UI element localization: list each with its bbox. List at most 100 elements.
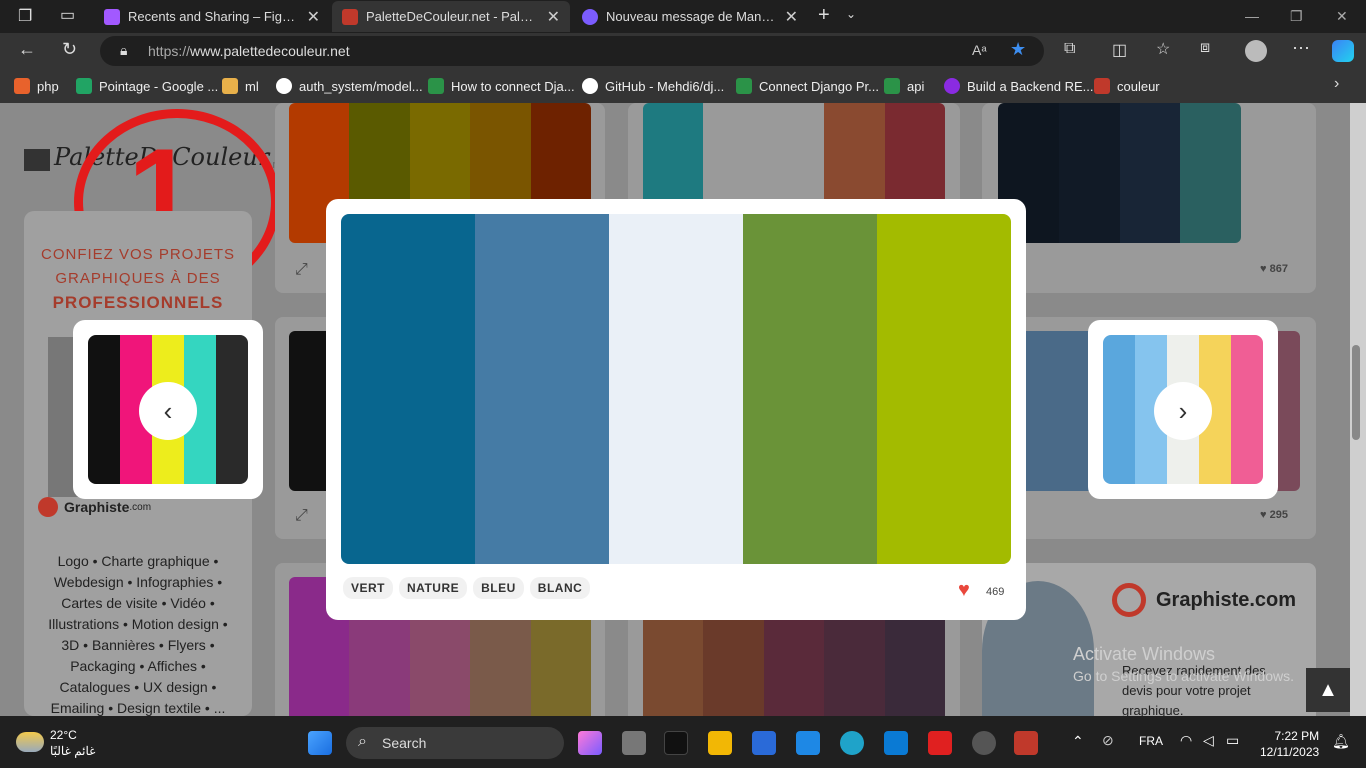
next-arrow-button[interactable]: › [1154,382,1212,440]
tab-figma[interactable]: Recents and Sharing – Figma ✕ [94,1,330,32]
start-icon[interactable] [308,731,332,755]
bookmark-label: GitHub - Mehdi6/dj... [605,78,725,94]
taskbar-search[interactable]: ⌕ Search [346,727,564,759]
swatch[interactable] [743,214,877,564]
palette-card[interactable]: ♥ 867 [982,103,1316,293]
edge-icon[interactable] [840,731,864,755]
extensions-icon[interactable]: ⧉ [1064,40,1075,58]
lock-icon[interactable]: 🔒︎ [120,42,127,59]
palette-taskbar-icon[interactable] [1014,731,1038,755]
youtube-icon[interactable] [928,731,952,755]
file-explorer-icon[interactable] [708,731,732,755]
swatch[interactable] [877,214,1011,564]
bookmark-connect-django[interactable]: How to connect Dja... [428,78,575,94]
bookmark-php[interactable]: php [14,78,59,94]
bookmark-connect-django-pr[interactable]: Connect Django Pr... [736,78,879,94]
next-palette-preview[interactable]: › [1088,320,1278,499]
palette-site-icon [342,8,358,25]
search-label: Search [382,735,427,751]
workspaces-icon[interactable]: ❐ [18,6,32,26]
url-scheme: https:// [148,43,191,59]
palette-swatches[interactable] [998,103,1241,243]
split-screen-icon[interactable]: ◫ [1112,40,1127,60]
site-icon [736,78,752,94]
back-to-top-button[interactable]: ▲ [1306,668,1350,712]
notification-bell-icon[interactable]: 🔔︎ [1332,733,1350,750]
tag[interactable]: VERT [343,577,394,599]
close-icon[interactable]: ✕ [785,7,798,27]
tray-chevron-icon[interactable]: ⌃ [1072,733,1084,750]
adobe-icon[interactable] [664,731,688,755]
sheets-icon [76,78,92,94]
bookmark-github[interactable]: GitHub - Mehdi6/dj... [582,78,724,94]
swatch[interactable] [475,214,609,564]
bookmarks-bar: php Pointage - Google ... ml auth_system… [0,69,1366,103]
network-off-icon[interactable]: ⊘ [1102,732,1114,749]
promo-line: PROFESSIONNELS [52,293,224,312]
bookmark-api[interactable]: api [884,78,924,94]
collections-icon[interactable]: ⧈ [1200,39,1210,57]
heart-icon[interactable]: ♥ [958,580,970,600]
vscode-icon[interactable] [884,731,908,755]
tag-list: VERT NATURE BLEU BLANC [343,577,591,599]
media-player-icon[interactable] [972,731,996,755]
bookmark-backend[interactable]: Build a Backend RE... [944,78,1093,94]
expand-icon[interactable]: ⤢ [295,261,308,279]
read-aloud-icon[interactable]: A͏ᵃ [972,42,987,58]
swatch[interactable] [609,214,743,564]
favorite-star-icon[interactable]: ★ [1010,39,1026,60]
profile-avatar[interactable] [1245,40,1267,62]
previous-palette-preview[interactable]: ‹ [73,320,263,499]
copilot-icon[interactable] [1332,40,1354,62]
tag[interactable]: BLANC [529,577,591,599]
back-icon[interactable]: ← [18,39,36,60]
close-icon[interactable]: ✕ [547,7,560,27]
tag[interactable]: NATURE [399,577,468,599]
new-tab-icon[interactable]: + [818,4,830,27]
restore-icon[interactable]: ❐ [1290,8,1303,25]
tab-messenger[interactable]: Nouveau message de Manar dan ✕ [572,1,808,32]
favorites-icon[interactable]: ☆ [1156,39,1170,59]
clock[interactable]: 7:22 PM 12/11/2023 [1260,728,1319,760]
scrollbar-thumb[interactable] [1352,345,1360,440]
address-bar[interactable]: 🔒︎ https://www.palettedecouleur.net A͏ᵃ … [100,36,1044,66]
weather-icon[interactable] [16,732,44,752]
task-view-icon[interactable] [622,731,646,755]
weather-widget[interactable]: 22°C غائم غالبًا [50,727,95,759]
swatch[interactable] [341,214,475,564]
graphiste-ad[interactable]: Graphiste.com Recevez rapidement des dev… [982,563,1316,716]
more-menu-icon[interactable]: ⋯ [1292,38,1310,59]
volume-icon[interactable]: ◁ [1203,732,1214,749]
refresh-icon[interactable]: ↻ [62,39,77,60]
ad-brand: Graphiste.com [1112,583,1296,617]
expand-icon[interactable]: ⤢ [295,507,308,525]
tab-palette[interactable]: PaletteDeCouleur.net - Palettes d ✕ [332,1,570,32]
copilot-taskbar-icon[interactable] [578,731,602,755]
tab-actions-icon[interactable]: ▭ [60,5,75,25]
taskbar: 22°C غائم غالبًا ⌕ Search ⌃ ⊘ FRA ◠ ◁ ▭ … [0,718,1366,768]
promo-line: CONFIEZ VOS PROJETS [40,246,236,263]
bookmark-couleur[interactable]: couleur [1094,78,1160,94]
bookmark-pointage[interactable]: Pointage - Google ... [76,78,218,94]
bookmarks-more-chevron-icon[interactable]: › [1334,75,1339,93]
minimize-icon[interactable]: — [1245,8,1259,24]
bookmark-label: auth_system/model... [299,78,423,94]
window-close-icon[interactable]: ✕ [1336,8,1348,25]
bookmark-auth-system[interactable]: auth_system/model... [276,78,423,94]
store-icon[interactable] [752,731,776,755]
language-indicator[interactable]: FRA [1139,734,1163,748]
todo-icon[interactable] [796,731,820,755]
bookmark-ml[interactable]: ml [222,78,259,94]
tag[interactable]: BLEU [473,577,524,599]
chevron-right-icon: › [1178,395,1188,426]
modal-palette[interactable] [341,214,1011,564]
previous-arrow-button[interactable]: ‹ [139,382,197,440]
tab-list-chevron-icon[interactable]: ⌄ [846,7,856,21]
battery-icon[interactable]: ▭ [1226,732,1239,749]
wifi-icon[interactable]: ◠ [1180,732,1192,749]
likes-count: 867 [1269,263,1288,275]
site-icon [428,78,444,94]
partner-suffix: .com [129,501,152,513]
close-icon[interactable]: ✕ [307,7,320,27]
bookmark-label: Pointage - Google ... [99,78,219,94]
